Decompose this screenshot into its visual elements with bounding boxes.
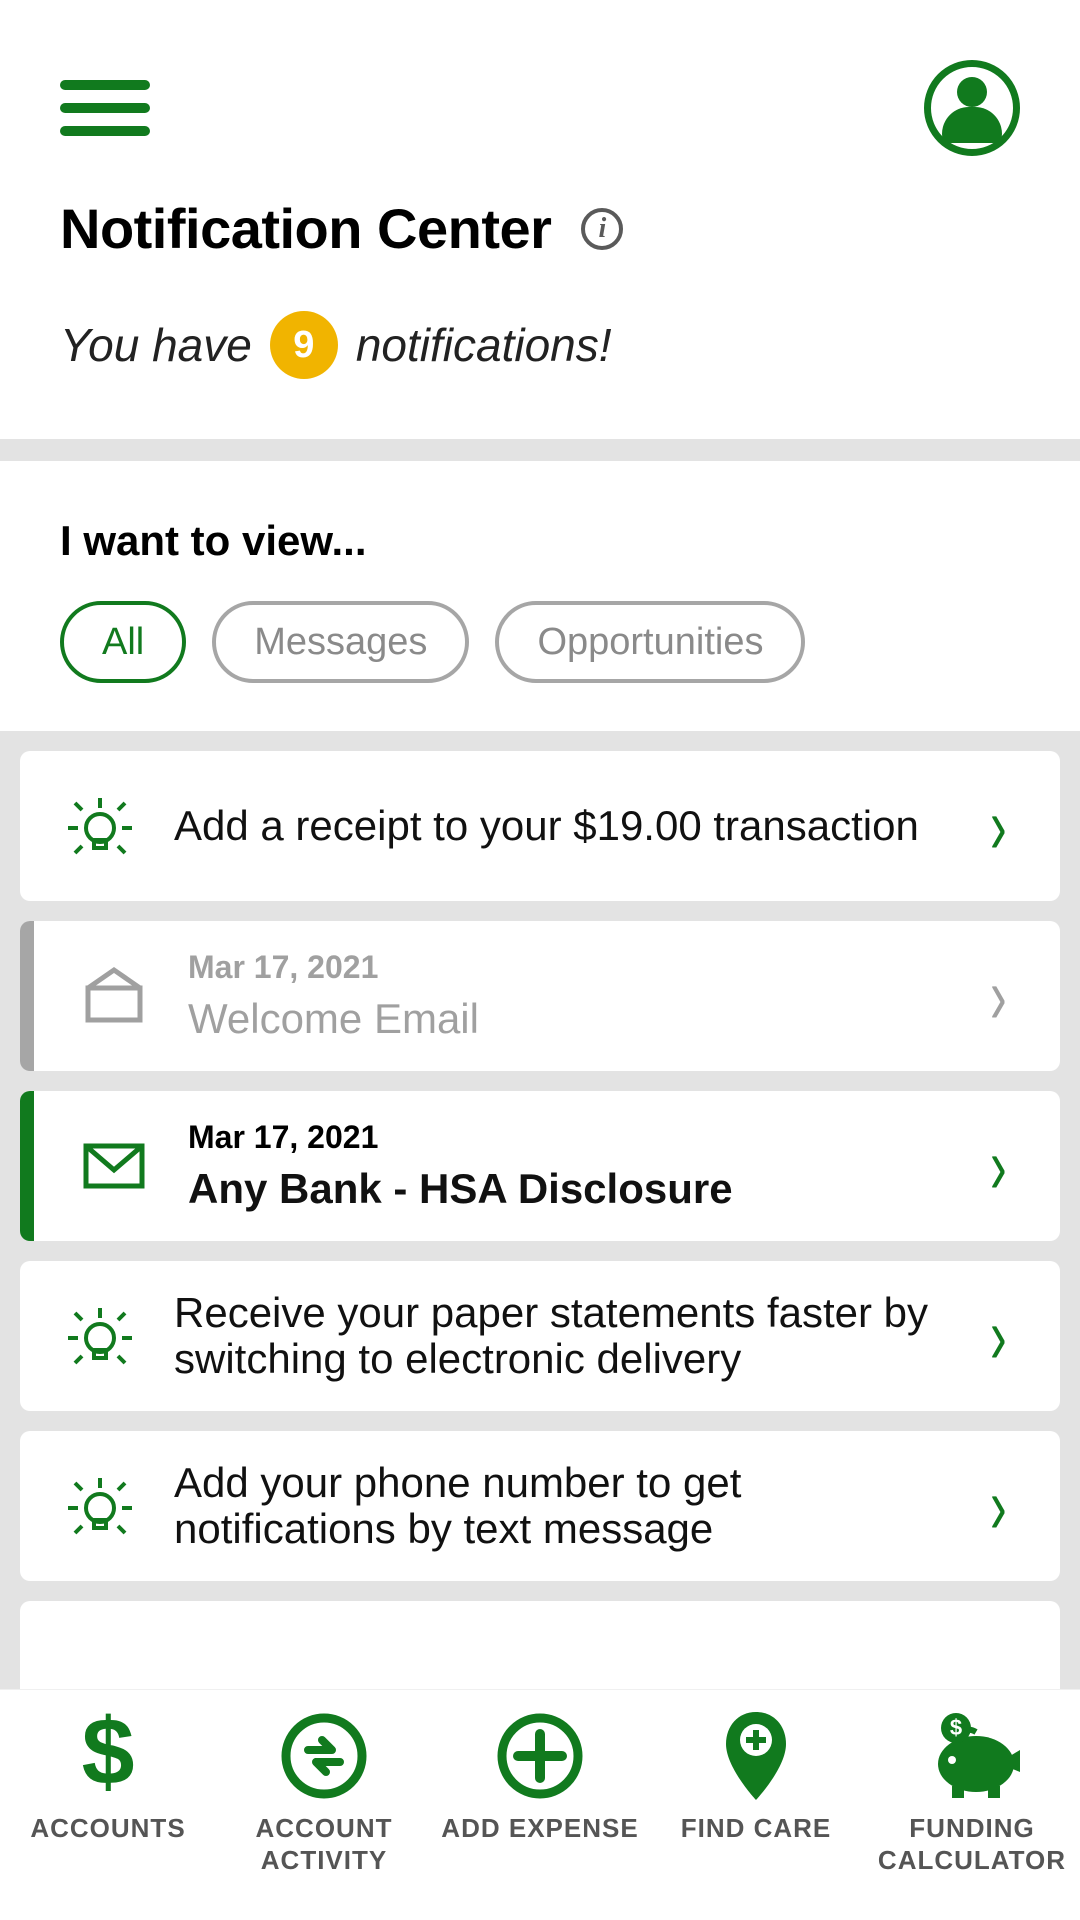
map-pin-plus-icon	[712, 1712, 800, 1800]
notification-text: Receive your paper statements faster by …	[174, 1290, 956, 1382]
notification-text: Add a receipt to your $19.00 transaction	[174, 803, 956, 849]
nav-accounts[interactable]: $ ACCOUNTS	[8, 1712, 208, 1845]
lightbulb-icon	[60, 1474, 140, 1538]
nav-account-activity[interactable]: ACCOUNT ACTIVITY	[224, 1712, 424, 1877]
svg-text:$: $	[950, 1715, 962, 1740]
chevron-right-icon: ›	[990, 1120, 1020, 1213]
nav-label: ACCOUNT ACTIVITY	[224, 1812, 424, 1877]
lightbulb-icon	[60, 794, 140, 858]
person-icon	[937, 73, 1007, 143]
envelope-icon	[74, 1142, 154, 1190]
dollar-icon: $	[64, 1712, 152, 1800]
profile-avatar[interactable]	[924, 60, 1020, 156]
nav-funding-calculator[interactable]: $ FUNDING CALCULATOR	[872, 1712, 1072, 1877]
page-title-row: Notification Center i	[0, 196, 1080, 311]
notification-item[interactable]: Receive your paper statements faster by …	[20, 1261, 1060, 1411]
nav-label: ADD EXPENSE	[441, 1812, 638, 1845]
filter-title: I want to view...	[60, 517, 1020, 565]
notification-date: Mar 17, 2021	[188, 1119, 956, 1156]
notification-item[interactable]: Mar 17, 2021 Any Bank - HSA Disclosure ›	[20, 1091, 1060, 1241]
piggy-bank-icon: $	[928, 1712, 1016, 1800]
svg-text:$: $	[82, 1699, 135, 1805]
nav-label: ACCOUNTS	[30, 1812, 185, 1845]
filter-chip-messages[interactable]: Messages	[212, 601, 469, 683]
chevron-right-icon: ›	[990, 1460, 1020, 1553]
notification-item-peek[interactable]	[20, 1601, 1060, 1689]
filter-section: I want to view... All Messages Opportuni…	[0, 461, 1080, 731]
notification-item[interactable]: Add your phone number to get notificatio…	[20, 1431, 1060, 1581]
notification-item[interactable]: Add a receipt to your $19.00 transaction…	[20, 751, 1060, 901]
app-header	[0, 0, 1080, 196]
nav-find-care[interactable]: FIND CARE	[656, 1712, 856, 1845]
swap-icon	[280, 1712, 368, 1800]
bottom-nav: $ ACCOUNTS ACCOUNT ACTIVITY ADD EXPENSE	[0, 1689, 1080, 1920]
summary-suffix: notifications!	[356, 318, 612, 372]
notification-text: Any Bank - HSA Disclosure	[188, 1166, 956, 1212]
filter-chips: All Messages Opportunities	[60, 601, 1020, 683]
notification-date: Mar 17, 2021	[188, 949, 956, 986]
section-divider	[0, 439, 1080, 461]
notification-text: Welcome Email	[188, 996, 956, 1042]
lightbulb-icon	[60, 1304, 140, 1368]
filter-chip-all[interactable]: All	[60, 601, 186, 683]
chevron-right-icon: ›	[990, 950, 1020, 1043]
notification-text: Add your phone number to get notificatio…	[174, 1460, 956, 1552]
notification-list: Add a receipt to your $19.00 transaction…	[0, 731, 1080, 1689]
page-title: Notification Center	[60, 196, 551, 261]
notification-count-badge: 9	[270, 311, 338, 379]
notification-item[interactable]: Mar 17, 2021 Welcome Email ›	[20, 921, 1060, 1071]
chevron-right-icon: ›	[990, 1290, 1020, 1383]
plus-circle-icon	[496, 1712, 584, 1800]
menu-icon[interactable]	[60, 80, 150, 136]
summary-prefix: You have	[60, 318, 252, 372]
chevron-right-icon: ›	[990, 780, 1020, 873]
nav-label: FUNDING CALCULATOR	[872, 1812, 1072, 1877]
filter-chip-opportunities[interactable]: Opportunities	[495, 601, 805, 683]
envelope-open-icon	[74, 966, 154, 1026]
notification-summary: You have 9 notifications!	[0, 311, 1080, 439]
nav-label: FIND CARE	[681, 1812, 832, 1845]
nav-add-expense[interactable]: ADD EXPENSE	[440, 1712, 640, 1845]
info-icon[interactable]: i	[581, 208, 623, 250]
